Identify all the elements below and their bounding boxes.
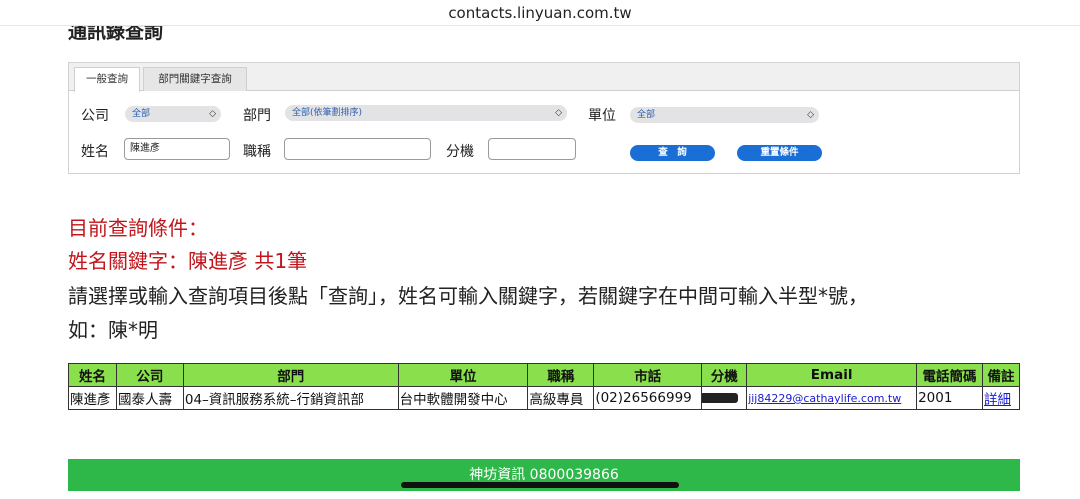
name-label: 姓名 (81, 144, 109, 160)
column-header-note: 備註 (981, 363, 1021, 387)
unit-select-value: 全部 (637, 110, 656, 120)
reset-button[interactable]: 重置條件 (737, 145, 822, 161)
tab-strip: 一般查詢 部門關鍵字查詢 (69, 63, 1019, 92)
home-indicator[interactable] (401, 482, 679, 488)
detail-link[interactable]: 詳細 (984, 392, 1011, 408)
job-title-input[interactable] (284, 138, 431, 160)
redaction-mark (702, 393, 739, 403)
extension-label: 分機 (446, 144, 474, 160)
column-header-unit: 單位 (397, 363, 529, 387)
cell-company: 國泰人壽 (115, 386, 184, 410)
column-header-title: 職稱 (527, 363, 595, 387)
conditions-heading: 目前查詢條件： (68, 216, 208, 240)
department-label: 部門 (243, 108, 271, 124)
footer-text: 神坊資訊 0800039866 (469, 467, 619, 483)
column-header-company: 公司 (115, 363, 184, 387)
title-label: 職稱 (243, 144, 271, 160)
tab-general-search[interactable]: 一般查詢 (74, 67, 140, 92)
url-text: contacts.linyuan.com.tw (448, 4, 632, 22)
cell-unit: 台中軟體開發中心 (397, 386, 529, 410)
instruction-text: 請選擇或輸入查詢項目後點「查詢」，姓名可輸入關鍵字，若關鍵字在中間可輸入半型*號… (68, 284, 868, 308)
cell-phone: (02)26566999 (593, 386, 703, 410)
column-header-phone: 市話 (593, 363, 703, 387)
column-header-extension: 分機 (701, 363, 748, 387)
cell-note: 詳細 (981, 386, 1021, 410)
cell-extension (701, 386, 748, 410)
company-select[interactable]: 全部 ◇ (125, 106, 221, 122)
column-header-email: Email (746, 363, 918, 387)
chevron-updown-icon: ◇ (209, 109, 216, 119)
email-link[interactable]: jij84229@cathaylife.com.tw (748, 392, 901, 405)
address-bar[interactable]: contacts.linyuan.com.tw (0, 0, 1080, 26)
department-select-value: 全部(依筆劃排序) (292, 108, 363, 118)
chevron-updown-icon: ◇ (807, 110, 814, 120)
company-label: 公司 (81, 108, 109, 124)
unit-label: 單位 (588, 108, 616, 124)
tab-department-keyword-search[interactable]: 部門關鍵字查詢 (143, 67, 247, 91)
column-header-department: 部門 (182, 363, 399, 387)
table-row: 陳進彥 國泰人壽 04–資訊服務系統–行銷資訊部 台中軟體開發中心 高級專員 (… (68, 386, 1021, 410)
unit-select[interactable]: 全部 ◇ (630, 107, 819, 123)
extension-input[interactable] (488, 138, 576, 160)
department-select[interactable]: 全部(依筆劃排序) ◇ (285, 105, 567, 121)
search-panel: 一般查詢 部門關鍵字查詢 公司 全部 ◇ 部門 全部(依筆劃排序) ◇ 單位 全… (68, 62, 1020, 174)
cell-short-code: 2001 (916, 386, 983, 410)
instruction-example: 如：陳*明 (68, 318, 158, 342)
chevron-updown-icon: ◇ (555, 108, 562, 118)
keyword-summary: 姓名關鍵字：陳進彥 共1筆 (68, 249, 308, 273)
cell-email: jij84229@cathaylife.com.tw (746, 386, 918, 410)
cell-department: 04–資訊服務系統–行銷資訊部 (182, 386, 399, 410)
column-header-short-code: 電話簡碼 (916, 363, 983, 387)
company-select-value: 全部 (132, 109, 151, 119)
cell-name: 陳進彥 (68, 386, 117, 410)
cell-title: 高級專員 (527, 386, 595, 410)
name-input[interactable]: 陳進彥 (124, 138, 230, 160)
column-header-name: 姓名 (68, 363, 117, 387)
results-table: 姓名 公司 部門 單位 職稱 市話 分機 Email 電話簡碼 備註 陳進彥 國… (68, 363, 1021, 410)
search-button[interactable]: 查 詢 (630, 145, 715, 161)
table-header-row: 姓名 公司 部門 單位 職稱 市話 分機 Email 電話簡碼 備註 (68, 363, 1021, 387)
